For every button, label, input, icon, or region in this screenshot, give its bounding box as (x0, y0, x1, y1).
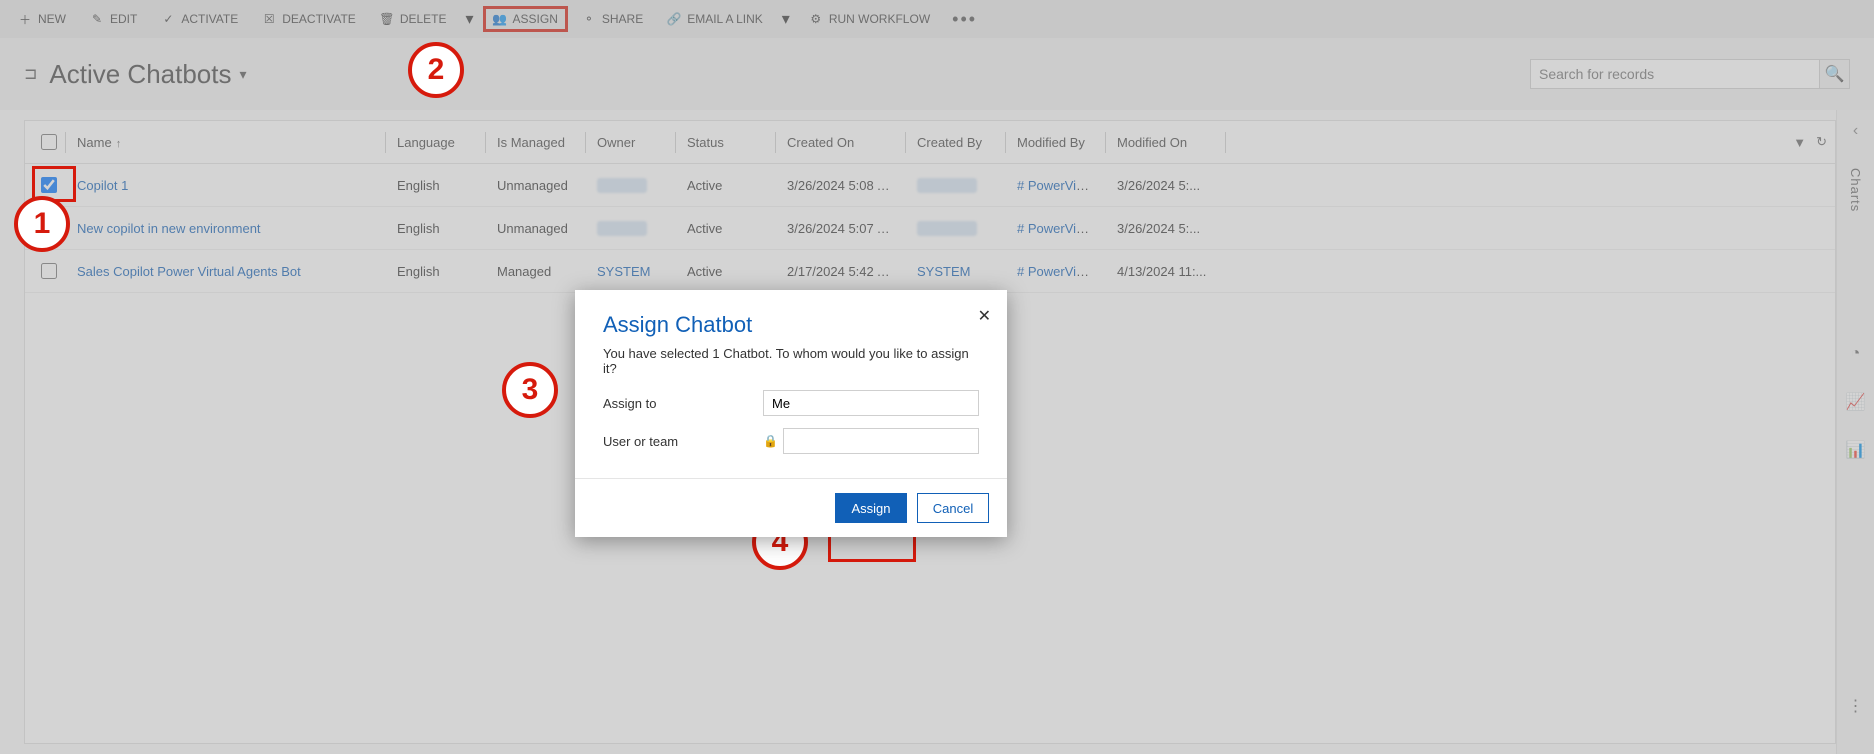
cell-is-managed: Unmanaged (485, 164, 585, 207)
view-dropdown[interactable]: ▾ (240, 66, 247, 83)
cell-status: Active (675, 207, 775, 250)
more-commands-button[interactable]: ••• (944, 9, 985, 30)
view-header: ⊐ Active Chatbots ▾ 🔍 (0, 38, 1874, 110)
bar-chart-icon[interactable]: 📊 (1846, 440, 1866, 460)
activate-button[interactable]: ✓ACTIVATE (151, 6, 248, 32)
new-button[interactable]: ＋NEW (8, 6, 76, 32)
link-icon: 🔗 (667, 12, 681, 26)
cell-modified-by: # PowerVirtu... (1005, 207, 1105, 250)
search-button[interactable]: 🔍 (1820, 59, 1850, 89)
filter-icon[interactable]: ▼ (1793, 135, 1806, 150)
row-checkbox[interactable] (41, 263, 57, 279)
assign-dialog: ✕ Assign Chatbot You have selected 1 Cha… (575, 290, 1007, 537)
gear-play-icon: ⚙ (809, 12, 823, 26)
col-status[interactable]: Status (675, 121, 775, 164)
dialog-close-button[interactable]: ✕ (978, 306, 991, 326)
col-modified-on[interactable]: Modified On (1105, 121, 1225, 164)
record-link[interactable]: New copilot in new environment (77, 221, 261, 236)
check-icon: ✓ (161, 12, 175, 26)
user-team-field[interactable] (783, 428, 979, 454)
cell-language: English (385, 250, 485, 293)
assign-to-label: Assign to (603, 396, 763, 411)
cell-created-by: .... (905, 164, 1005, 207)
cell-modified-on: 4/13/2024 11:... (1105, 250, 1225, 293)
annotation-2: 2 (408, 42, 464, 98)
pie-chart-icon[interactable]: ◔ (1846, 344, 1866, 364)
table-row[interactable]: Sales Copilot Power Virtual Agents Bot En… (25, 250, 1835, 293)
deactivate-button[interactable]: ☒DEACTIVATE (252, 6, 366, 32)
pin-icon[interactable]: ⊐ (24, 64, 37, 84)
refresh-icon[interactable]: ↻ (1816, 134, 1827, 150)
deactivate-icon: ☒ (262, 12, 276, 26)
trash-icon: 🗑 (380, 12, 394, 26)
assign-button[interactable]: 👥ASSIGN (483, 6, 568, 32)
plus-icon: ＋ (18, 12, 32, 26)
lock-icon: 🔒 (763, 434, 777, 448)
assign-to-field[interactable] (763, 390, 979, 416)
search-input[interactable] (1530, 59, 1820, 89)
select-all-checkbox[interactable] (41, 134, 57, 150)
share-icon: ⚬ (582, 12, 596, 26)
cell-status: Active (675, 164, 775, 207)
table-row[interactable]: New copilot in new environment EnglishUnm… (25, 207, 1835, 250)
cell-owner: SYSTEM (585, 250, 675, 293)
cell-is-managed: Unmanaged (485, 207, 585, 250)
dialog-cancel-button[interactable]: Cancel (917, 493, 989, 523)
col-is-managed[interactable]: Is Managed (485, 121, 585, 164)
charts-rail: ‹ Charts ◔ 📈 📊 ⋮ (1836, 110, 1874, 754)
more-vert-icon[interactable]: ⋮ (1846, 696, 1866, 716)
email-link-dropdown[interactable]: ▾ (777, 9, 795, 29)
cell-owner: .... (585, 164, 675, 207)
record-link[interactable]: Sales Copilot Power Virtual Agents Bot (77, 264, 301, 279)
delete-button[interactable]: 🗑DELETE (370, 6, 457, 32)
cell-modified-by: # PowerVirtu... (1005, 164, 1105, 207)
sort-asc-icon: ↑ (116, 138, 122, 150)
cell-language: English (385, 207, 485, 250)
share-button[interactable]: ⚬SHARE (572, 6, 653, 32)
cell-modified-on: 3/26/2024 5:... (1105, 207, 1225, 250)
run-workflow-button[interactable]: ⚙RUN WORKFLOW (799, 6, 940, 32)
email-link-button[interactable]: 🔗EMAIL A LINK (657, 6, 773, 32)
annotation-1: 1 (14, 196, 70, 252)
row-checkbox[interactable] (41, 177, 57, 193)
col-language[interactable]: Language (385, 121, 485, 164)
assign-icon: 👥 (493, 12, 507, 26)
col-created-on[interactable]: Created On (775, 121, 905, 164)
pencil-icon: ✎ (90, 12, 104, 26)
chevron-left-icon[interactable]: ‹ (1853, 122, 1858, 140)
cell-created-on: 2/17/2024 5:42 AM (775, 250, 905, 293)
col-modified-by[interactable]: Modified By (1005, 121, 1105, 164)
dialog-title: Assign Chatbot (603, 312, 979, 338)
col-name[interactable]: Name↑ (65, 121, 385, 164)
charts-label[interactable]: Charts (1848, 168, 1863, 212)
dialog-subtitle: You have selected 1 Chatbot. To whom wou… (603, 346, 979, 376)
cell-created-on: 3/26/2024 5:08 AM (775, 164, 905, 207)
cell-modified-on: 3/26/2024 5:... (1105, 164, 1225, 207)
command-bar: ＋NEW ✎EDIT ✓ACTIVATE ☒DEACTIVATE 🗑DELETE… (0, 0, 1874, 38)
edit-button[interactable]: ✎EDIT (80, 6, 147, 32)
annotation-3: 3 (502, 362, 558, 418)
col-owner[interactable]: Owner (585, 121, 675, 164)
col-created-by[interactable]: Created By (905, 121, 1005, 164)
dialog-assign-button[interactable]: Assign (835, 493, 907, 523)
record-link[interactable]: Copilot 1 (77, 178, 128, 193)
line-chart-icon[interactable]: 📈 (1846, 392, 1866, 412)
table-row[interactable]: Copilot 1EnglishUnmanaged....Active3/26/… (25, 164, 1835, 207)
user-team-label: User or team (603, 434, 763, 449)
cell-status: Active (675, 250, 775, 293)
cell-created-on: 3/26/2024 5:07 AM (775, 207, 905, 250)
search-icon: 🔍 (1825, 64, 1845, 84)
cell-created-by: SYSTEM (905, 250, 1005, 293)
cell-created-by: .... (905, 207, 1005, 250)
cell-owner: .... (585, 207, 675, 250)
cell-modified-by: # PowerVirtu... (1005, 250, 1105, 293)
cell-is-managed: Managed (485, 250, 585, 293)
delete-dropdown[interactable]: ▾ (461, 9, 479, 29)
view-title[interactable]: Active Chatbots (49, 59, 231, 90)
cell-language: English (385, 164, 485, 207)
